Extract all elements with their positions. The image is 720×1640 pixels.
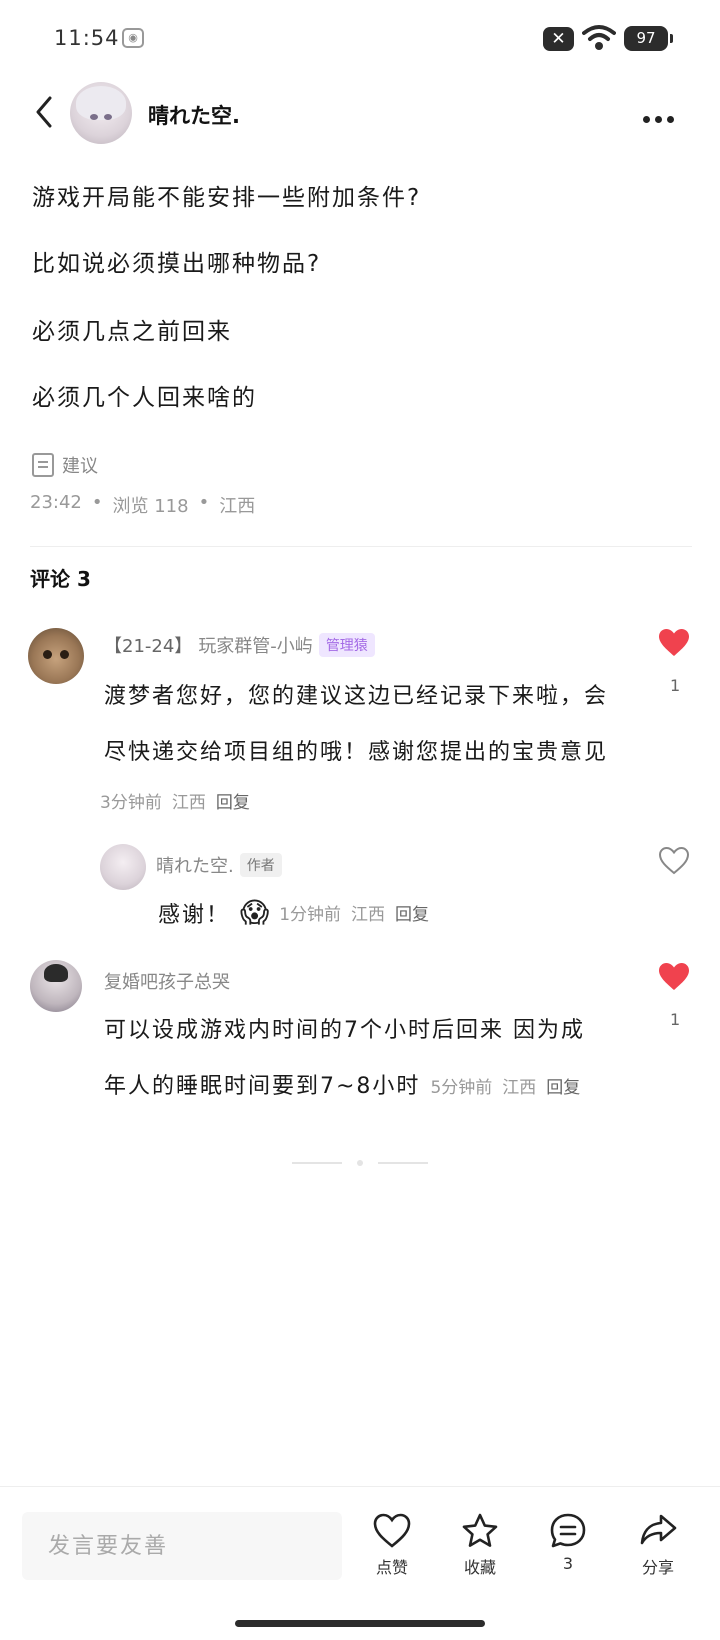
meta-separator: • (91, 492, 103, 513)
shocked-emoji-icon: 😱 (240, 896, 270, 929)
author-badge: 作者 (239, 853, 282, 877)
eye-protection-icon: ◉ (122, 28, 144, 48)
post-tag[interactable]: 建议 (32, 451, 98, 479)
comment-count: 3 (562, 1554, 574, 1573)
comment-header: 【21-24】 玩家群管-小屿 管理猿 (104, 632, 375, 658)
commenter-avatar[interactable] (30, 960, 82, 1012)
comment-meta: 3分钟前 江西 回复 (100, 788, 250, 813)
comment-location: 江西 (171, 793, 206, 813)
share-button[interactable]: 分享 (628, 1512, 688, 1588)
favorite-button[interactable]: 收藏 (450, 1512, 510, 1588)
heart-outline-icon[interactable] (658, 846, 690, 876)
comment-text-line: 尽快递交给项目组的哦！感谢您提出的宝贵意见 (104, 740, 609, 765)
post-text-line: 游戏开局能不能安排一些附加条件? (32, 185, 422, 211)
post-text-line: 必须几点之前回来 (32, 319, 232, 345)
back-arrow-icon[interactable] (30, 92, 60, 132)
comment-header: 晴れた空. 作者 (156, 852, 282, 878)
comment-text-line: 可以设成游戏内时间的7个小时后回来 因为成 (104, 1018, 585, 1043)
reply-button[interactable]: 回复 (216, 788, 250, 813)
favorite-label: 收藏 (463, 1558, 496, 1577)
comment-input[interactable] (22, 1512, 342, 1580)
comment-text: 感谢！ (158, 902, 231, 928)
like-count: 1 (670, 676, 681, 695)
author-name[interactable]: 晴れた空. (148, 100, 240, 130)
divider (30, 546, 692, 547)
heart-outline-icon (373, 1513, 411, 1548)
comment-time: 1分钟前 (279, 905, 342, 925)
meta-separator: • (198, 492, 210, 513)
post-time: 23:42 (30, 492, 82, 513)
comment-location: 江西 (351, 905, 386, 925)
comment-meta: 5分钟前 江西 回复 (430, 1073, 580, 1098)
comment-button[interactable]: 3 (538, 1512, 598, 1588)
share-label: 分享 (641, 1558, 674, 1577)
comment-header: 复婚吧孩子总哭 (104, 968, 230, 994)
status-time: 11:54 (54, 26, 120, 50)
commenter-name[interactable]: 复婚吧孩子总哭 (104, 968, 230, 994)
like-label: 点赞 (375, 1558, 408, 1577)
star-outline-icon (462, 1513, 498, 1547)
reply-button[interactable]: 回复 (546, 1073, 580, 1098)
like-count: 1 (670, 1010, 681, 1029)
commenter-name[interactable]: 玩家群管-小屿 (198, 632, 313, 658)
more-options-icon[interactable] (643, 108, 683, 123)
comment-time: 5分钟前 (430, 1078, 493, 1098)
post-location: 江西 (219, 496, 256, 517)
share-arrow-icon (640, 1514, 677, 1545)
heart-filled-icon[interactable] (658, 962, 690, 992)
end-of-list-indicator (292, 1160, 428, 1166)
heart-filled-icon[interactable] (658, 628, 690, 658)
commenter-name[interactable]: 晴れた空. (156, 852, 234, 878)
comment-time: 3分钟前 (100, 793, 162, 813)
user-level: 【21-24】 (104, 636, 193, 657)
comments-title: 评论 3 (30, 567, 91, 591)
battery-indicator: 97 (624, 26, 673, 51)
comment-body: 感谢！ 😱 1分钟前 江西 回复 (158, 896, 429, 929)
wifi-icon (582, 25, 616, 50)
post-views: 浏览 118 (112, 496, 189, 517)
document-icon (32, 453, 54, 477)
post-meta: 23:42 • 浏览 118 • 江西 (30, 492, 255, 518)
comment-location: 江西 (502, 1078, 537, 1098)
post-text-line: 比如说必须摸出哪种物品? (32, 251, 322, 277)
comment-text-line: 渡梦者您好，您的建议这边已经记录下来啦，会 (104, 684, 609, 709)
comment-text-line: 年人的睡眠时间要到7~8小时 (104, 1074, 421, 1099)
commenter-avatar[interactable] (28, 628, 84, 684)
like-button[interactable]: 点赞 (362, 1512, 422, 1588)
commenter-avatar[interactable] (100, 844, 146, 890)
comment-meta: 1分钟前 江西 回复 (279, 900, 429, 925)
author-avatar[interactable] (70, 82, 132, 144)
admin-badge: 管理猿 (318, 633, 375, 657)
comment-bubble-icon (550, 1513, 586, 1548)
reply-button[interactable]: 回复 (395, 900, 429, 925)
post-tag-label: 建议 (62, 456, 98, 477)
post-text-line: 必须几个人回来啥的 (32, 385, 257, 411)
close-notification-icon: ✕ (543, 27, 574, 51)
comment-body: 年人的睡眠时间要到7~8小时 5分钟前 江西 回复 (104, 1068, 580, 1100)
home-indicator[interactable] (235, 1620, 485, 1627)
